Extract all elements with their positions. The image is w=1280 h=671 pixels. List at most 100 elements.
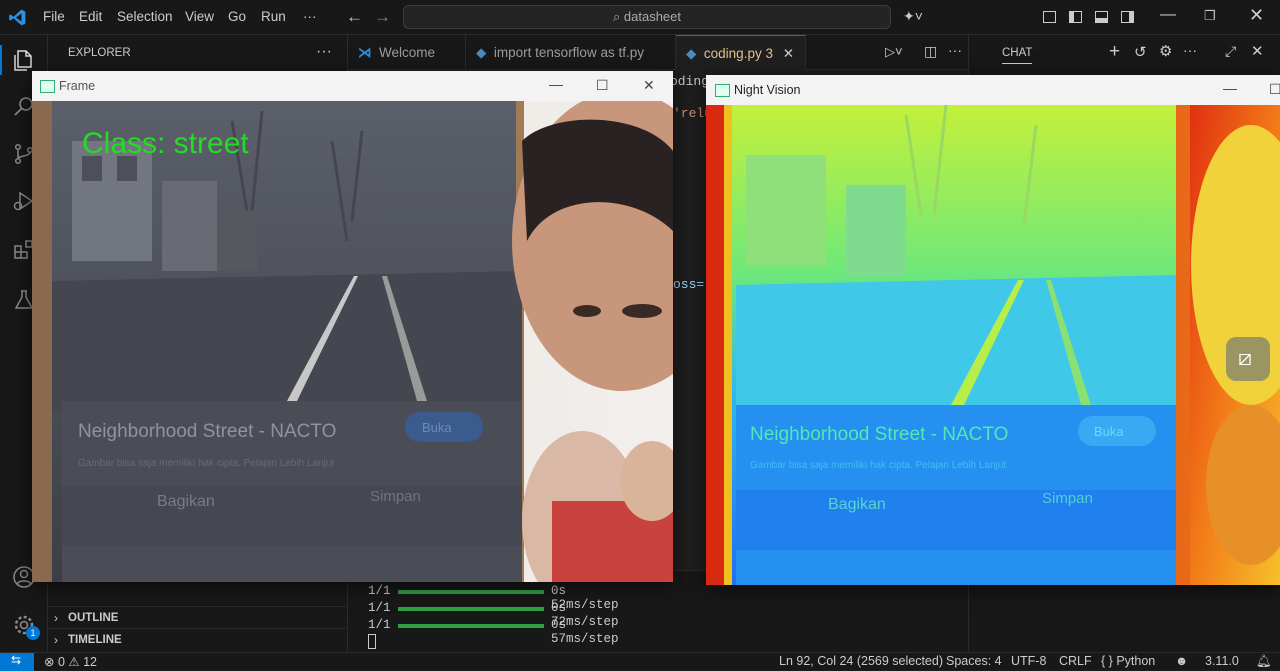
night-title-bar[interactable]: Night Vision — ☐ (706, 75, 1280, 105)
window-title: Frame (59, 79, 96, 93)
terminal-cursor (368, 634, 376, 649)
chevron-right-icon[interactable]: › (54, 633, 58, 647)
chat-title[interactable]: CHAT (1002, 47, 1033, 64)
code-fragment: oding (670, 74, 710, 89)
new-chat-plus-icon[interactable]: + (1109, 41, 1120, 63)
slash-icon: ⧄ (1238, 345, 1252, 370)
phone-share: Bagikan (828, 496, 886, 513)
sidebar-title: EXPLORER (68, 47, 131, 59)
python-icon: ◆ (476, 45, 487, 60)
terminal-line: 1/1 0s 57ms/step (368, 618, 619, 646)
step-time: 0s 57ms/step (551, 618, 619, 646)
python-env-icon[interactable]: ☻ (1175, 654, 1188, 668)
remote-icon: ⇆ (11, 653, 22, 667)
explorer-icon[interactable] (12, 48, 36, 72)
class-overlay: Class: street (82, 127, 249, 160)
camera-feed: Neighborhood Street - NACTO Buka Gambar … (32, 101, 673, 582)
frame-title-bar[interactable]: Frame — ☐ ✕ (32, 71, 673, 101)
copilot-icon[interactable]: ✦˅ (903, 8, 923, 25)
maximize-icon[interactable]: ☐ (596, 77, 609, 94)
warning-icon: ⚠ (68, 655, 80, 669)
split-editor-icon[interactable]: ◫ (924, 43, 937, 60)
close-chat-icon[interactable]: ✕ (1251, 42, 1264, 60)
close-tab-icon[interactable]: ✕ (783, 46, 794, 61)
forward-arrow-icon[interactable]: → (374, 7, 391, 27)
settings-gear-icon[interactable]: ⚙ (1159, 42, 1172, 60)
history-icon[interactable]: ↺ (1134, 43, 1147, 61)
menu-run[interactable]: Run (261, 9, 286, 24)
vscode-logo-icon (9, 9, 26, 26)
menu-go[interactable]: Go (228, 9, 246, 24)
menu-more[interactable]: ··· (303, 9, 317, 24)
active-indicator (0, 45, 2, 75)
minimize-icon[interactable]: — (549, 76, 563, 92)
run-python-icon[interactable]: ▷˅ (885, 44, 903, 60)
chat-more-icon[interactable]: ··· (1183, 42, 1197, 58)
title-bar: File Edit Selection View Go Run ··· ← → … (0, 0, 1280, 35)
manage-badge: 1 (26, 626, 40, 640)
language-mode[interactable]: { } Python (1101, 654, 1155, 668)
divider (48, 606, 347, 607)
maximize-icon[interactable]: ☐ (1269, 81, 1280, 98)
night-vision-feed: Neighborhood Street - NACTO Buka Gambar … (706, 105, 1280, 585)
menu-edit[interactable]: Edit (79, 9, 102, 24)
menu-file[interactable]: File (43, 9, 65, 24)
toggle-sidebar-icon[interactable] (1069, 11, 1082, 23)
toggle-panel-icon[interactable] (1095, 11, 1108, 23)
cursor-position[interactable]: Ln 92, Col 24 (2569 selected) (779, 654, 943, 668)
search-icon: ⌕ (612, 9, 624, 24)
encoding[interactable]: UTF-8 (1011, 654, 1046, 668)
timeline-section[interactable]: TIMELINE (68, 634, 122, 646)
phone-open-button: Buka (422, 420, 452, 435)
phone-headline: Neighborhood Street - NACTO (750, 424, 1008, 445)
python-version[interactable]: 3.11.0 (1205, 654, 1239, 668)
divider (48, 628, 347, 629)
step-count: 1/1 (368, 601, 391, 615)
tab-label: Welcome (379, 45, 436, 60)
phone-save: Simpan (1042, 490, 1093, 507)
night-vision-window: Night Vision — ☐ Neighborhood Street - N… (706, 75, 1280, 585)
progress-bar (398, 624, 544, 628)
line-endings[interactable]: CRLF (1059, 654, 1092, 668)
maximize-icon[interactable]: ⤢ (1225, 43, 1236, 60)
close-icon[interactable]: ✕ (1249, 5, 1264, 26)
sidebar-more-icon[interactable]: ··· (316, 43, 332, 61)
app-icon (40, 80, 55, 93)
tab-welcome[interactable]: ⋊ Welcome (348, 35, 466, 70)
floating-app-button[interactable]: ⧄ (1226, 337, 1270, 381)
status-bar: ⇆ ⊗ 0 ⚠ 12 Ln 92, Col 24 (2569 selected)… (0, 652, 1280, 671)
close-icon[interactable]: ✕ (643, 77, 655, 94)
toggle-secondary-sidebar-icon[interactable] (1121, 11, 1134, 23)
terminal-line: 1/1 0s 72ms/step (368, 601, 619, 629)
errors-warnings[interactable]: ⊗ 0 ⚠ 12 (44, 654, 97, 669)
python-icon: ◆ (686, 46, 697, 61)
customize-layout-icon[interactable] (1043, 11, 1056, 23)
progress-bar (398, 590, 544, 594)
tab-label: import tensorflow as tf.py (493, 45, 644, 60)
language-label: Python (1116, 654, 1156, 668)
back-arrow-icon[interactable]: ← (346, 7, 363, 27)
step-count: 1/1 (368, 618, 391, 632)
error-count: 0 (57, 655, 65, 669)
indentation[interactable]: Spaces: 4 (946, 654, 1002, 668)
progress-bar (398, 607, 544, 611)
outline-section[interactable]: OUTLINE (68, 612, 118, 624)
chevron-right-icon[interactable]: › (54, 611, 58, 625)
phone-open-button: Buka (1094, 424, 1124, 439)
notifications-bell-icon[interactable]: 🔔︎ (1256, 654, 1272, 669)
command-center[interactable]: ⌕ datasheet (403, 5, 891, 29)
vscode-icon: ⋊ (358, 45, 372, 60)
editor-more-icon[interactable]: ··· (948, 42, 962, 58)
tab-tensorflow-file[interactable]: ◆ import tensorflow as tf.py (466, 35, 676, 70)
tab-coding-py[interactable]: ◆ coding.py 3 ✕ (676, 35, 806, 70)
menu-selection[interactable]: Selection (117, 9, 173, 24)
editor-tabs: ⋊ Welcome ◆ import tensorflow as tf.py ◆… (348, 35, 968, 70)
restore-icon[interactable]: ❐ (1204, 8, 1216, 24)
minimize-icon[interactable]: — (1223, 80, 1237, 96)
remote-button[interactable]: ⇆ (0, 653, 34, 671)
phone-caption: Gambar bisa saja memiliki hak cipta. Pel… (78, 458, 334, 469)
phone-caption: Gambar bisa saja memiliki hak cipta. Pel… (750, 460, 1006, 471)
phone-headline: Neighborhood Street - NACTO (78, 421, 336, 442)
minimize-icon[interactable]: — (1160, 6, 1176, 24)
menu-view[interactable]: View (185, 9, 214, 24)
